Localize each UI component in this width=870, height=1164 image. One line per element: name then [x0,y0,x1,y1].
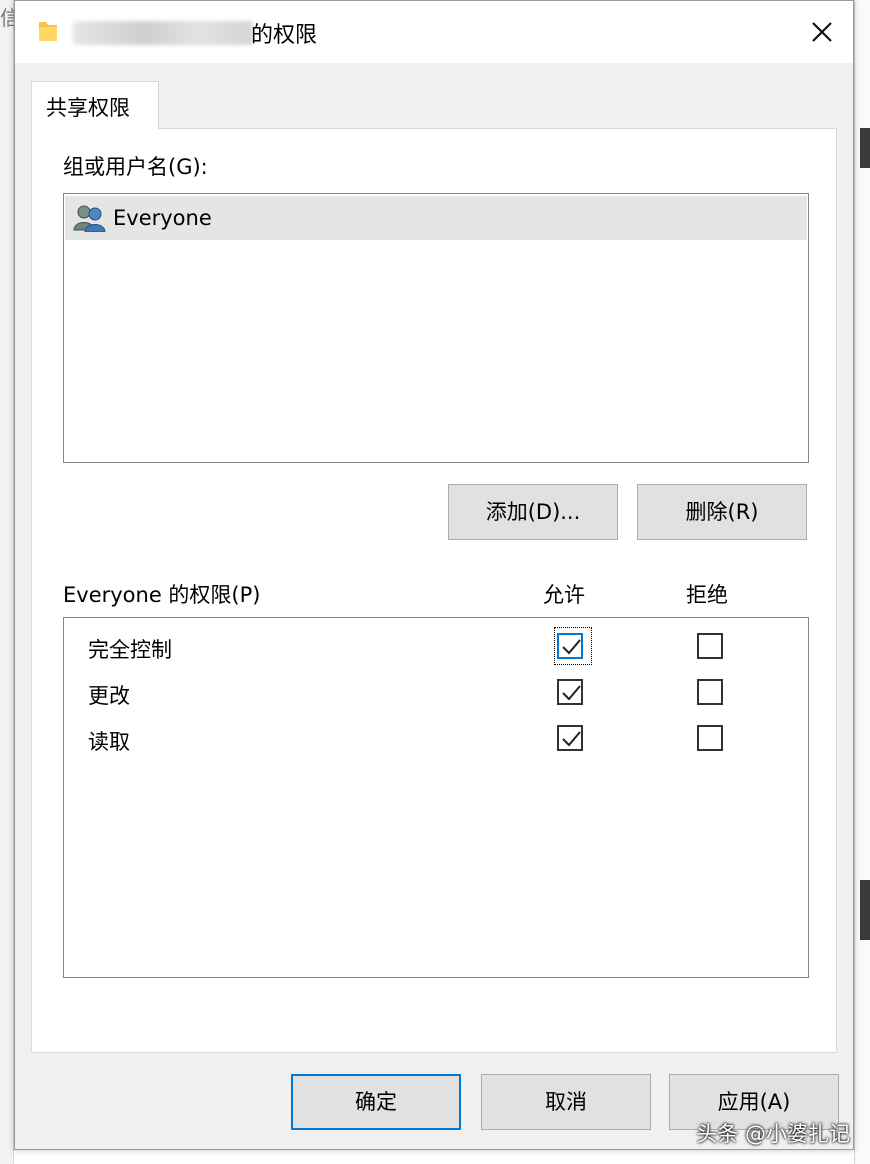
checkmark-icon [562,731,581,747]
ok-button[interactable]: 确定 [291,1074,461,1130]
allow-checkbox[interactable] [557,633,583,659]
deny-checkbox[interactable] [697,725,723,751]
deny-checkbox[interactable] [697,633,723,659]
background-strip [860,128,870,168]
permission-name: 完全控制 [88,638,172,662]
groups-label: 组或用户名(G): [63,155,208,179]
background-window-right [854,0,870,1164]
permission-name: 更改 [88,684,130,708]
tab-share-permissions[interactable]: 共享权限 [31,81,159,129]
permission-row: 读取 [64,718,808,764]
groups-listbox[interactable]: Everyone [63,193,809,463]
list-item[interactable]: Everyone [65,196,807,240]
background-window-left: 信 [0,0,14,1164]
allow-column-header: 允许 [543,583,585,607]
checkmark-icon [562,639,581,655]
permission-row: 完全控制 [64,626,808,672]
window-title: 的权限 [251,23,318,48]
allow-checkbox[interactable] [557,725,583,751]
watermark-text: 头条 @小婆扎记 [696,1122,850,1146]
permissions-list: 完全控制 更改 读取 [63,617,809,978]
permissions-dialog: 的权限 共享权限 组或用户名(G): Everyone 添加(D)... 删除(… [14,0,854,1150]
deny-checkbox[interactable] [697,679,723,705]
checkmark-icon [562,685,581,701]
users-group-icon [73,205,106,232]
permission-row: 更改 [64,672,808,718]
background-text: 信 [0,6,14,30]
background-strip [860,880,870,940]
permissions-label: Everyone 的权限(P) [63,583,261,607]
allow-checkbox[interactable] [557,679,583,705]
remove-button[interactable]: 删除(R) [637,484,807,540]
deny-column-header: 拒绝 [686,583,728,607]
permission-name: 读取 [88,730,130,754]
add-button[interactable]: 添加(D)... [448,484,618,540]
list-item-label: Everyone [113,206,212,230]
blurred-folder-name [73,21,253,45]
cancel-button[interactable]: 取消 [481,1074,651,1130]
title-bar: 的权限 [15,1,853,63]
folder-icon [39,22,57,41]
close-icon[interactable] [805,15,839,49]
